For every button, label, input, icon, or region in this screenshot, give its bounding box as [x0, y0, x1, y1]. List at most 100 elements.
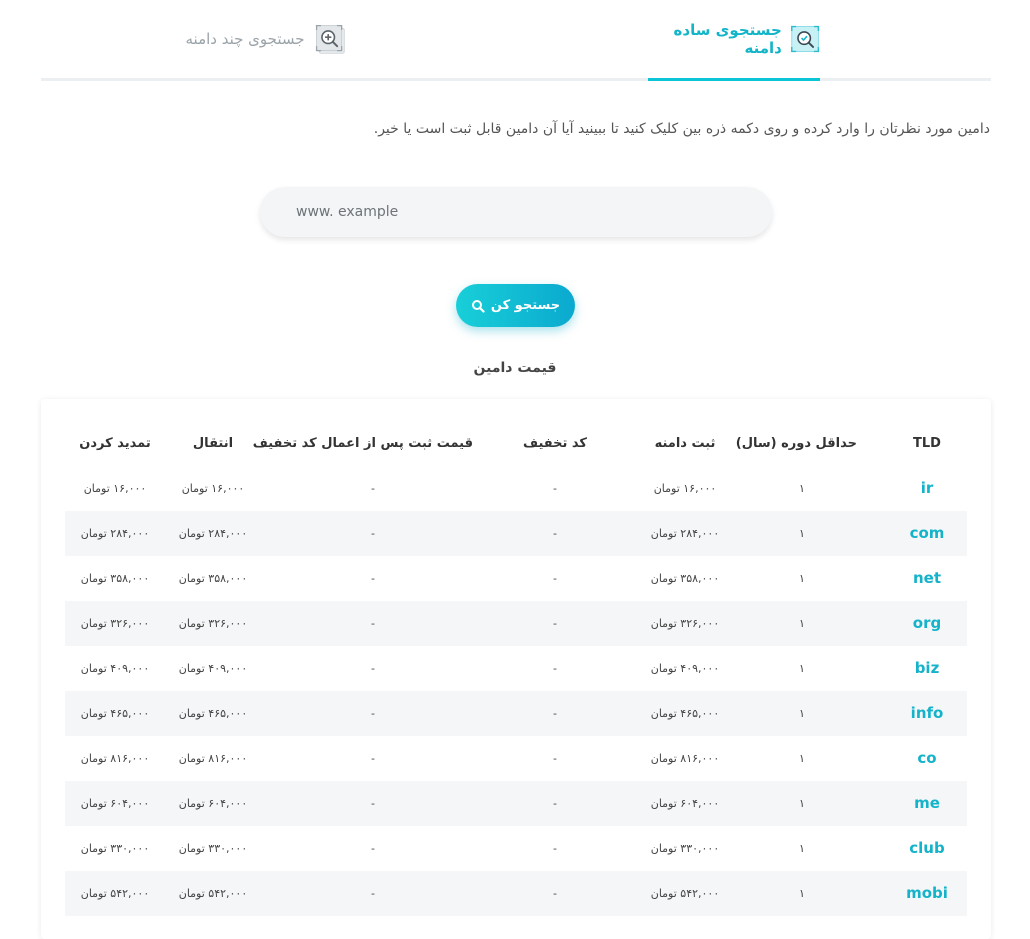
tld-cell: biz	[914, 659, 940, 677]
price-table: TLD حداقل دوره (سال) ثبت دامنه کد تخفیف …	[41, 399, 991, 939]
table-row: net ۱ ۳۵۸,۰۰۰ تومان - - ۳۵۸,۰۰۰ تومان ۳۵۸,۰۰۰ …	[65, 556, 967, 601]
transfer-price-cell: ۱۶,۰۰۰ تومان	[181, 482, 245, 495]
register-price-cell: ۳۲۶,۰۰۰ تومان	[650, 617, 720, 630]
min-period-cell: ۱	[799, 842, 805, 855]
transfer-price-cell: ۳۲۶,۰۰۰ تومان	[178, 617, 248, 630]
header-renew: تمدید کردن	[79, 436, 151, 451]
renew-price-cell: ۵۴۲,۰۰۰ تومان	[80, 887, 150, 900]
header-tld: TLD	[913, 436, 941, 451]
register-price-cell: ۸۱۶,۰۰۰ تومان	[650, 752, 720, 765]
after-discount-cell: -	[371, 572, 375, 585]
min-period-cell: ۱	[799, 797, 805, 810]
search-check-icon	[790, 25, 819, 53]
table-row: ir ۱ ۱۶,۰۰۰ تومان - - ۱۶,۰۰۰ تومان ۱۶,۰۰۰ توما…	[65, 466, 967, 511]
table-row: me ۱ ۶۰۴,۰۰۰ تومان - - ۶۰۴,۰۰۰ تومان ۶۰۴,۰۰۰ ت…	[65, 781, 967, 826]
transfer-price-cell: ۳۵۸,۰۰۰ تومان	[178, 572, 248, 585]
min-period-cell: ۱	[799, 482, 805, 495]
after-discount-cell: -	[371, 617, 375, 630]
min-period-cell: ۱	[799, 527, 805, 540]
transfer-price-cell: ۴۰۹,۰۰۰ تومان	[178, 662, 248, 675]
renew-price-cell: ۸۱۶,۰۰۰ تومان	[80, 752, 150, 765]
tld-cell: org	[912, 614, 942, 632]
domain-price-title: قیمت دامین	[473, 360, 557, 376]
discount-code-cell: -	[553, 482, 557, 495]
tld-cell: co	[917, 749, 937, 767]
tab-simple-label: جستجوی ساده دامنه	[673, 21, 782, 57]
table-row: club ۱ ۳۳۰,۰۰۰ تومان - - ۳۳۰,۰۰۰ تومان ۳۳۰,۰۰۰…	[65, 826, 967, 871]
discount-code-cell: -	[553, 707, 557, 720]
after-discount-cell: -	[371, 797, 375, 810]
header-discount-code: کد تخفیف	[523, 436, 587, 451]
tab-multi-label: جستجوی چند دامنه	[185, 30, 305, 48]
table-header: TLD حداقل دوره (سال) ثبت دامنه کد تخفیف …	[65, 421, 967, 466]
domain-search-tabs: جستجوی ساده دامنه جستجوی چند دامنه	[41, 0, 991, 81]
discount-code-cell: -	[553, 797, 557, 810]
tab-simple-search[interactable]: جستجوی ساده دامنه	[648, 0, 820, 81]
table-row: co ۱ ۸۱۶,۰۰۰ تومان - - ۸۱۶,۰۰۰ تومان ۸۱۶,۰۰۰ ت…	[65, 736, 967, 781]
discount-code-cell: -	[553, 527, 557, 540]
renew-price-cell: ۴۰۹,۰۰۰ تومان	[80, 662, 150, 675]
transfer-price-cell: ۶۰۴,۰۰۰ تومان	[178, 797, 248, 810]
tld-cell: club	[909, 839, 945, 857]
register-price-cell: ۵۴۲,۰۰۰ تومان	[650, 887, 720, 900]
table-row: mobi ۱ ۵۴۲,۰۰۰ تومان - - ۵۴۲,۰۰۰ تومان ۵۴۲,۰۰۰…	[65, 871, 967, 916]
min-period-cell: ۱	[799, 707, 805, 720]
domain-search-box	[260, 187, 772, 237]
tld-cell: net	[912, 569, 942, 587]
min-period-cell: ۱	[799, 752, 805, 765]
register-price-cell: ۳۳۰,۰۰۰ تومان	[650, 842, 720, 855]
discount-code-cell: -	[553, 752, 557, 765]
search-icon	[471, 299, 485, 313]
table-row: info ۱ ۴۶۵,۰۰۰ تومان - - ۴۶۵,۰۰۰ تومان ۴۶۵,۰۰۰…	[65, 691, 967, 736]
tab-multi-search[interactable]: جستجوی چند دامنه	[176, 0, 356, 78]
transfer-price-cell: ۳۳۰,۰۰۰ تومان	[178, 842, 248, 855]
register-price-cell: ۱۶,۰۰۰ تومان	[653, 482, 717, 495]
tld-cell: info	[910, 704, 944, 722]
domain-search-input[interactable]	[294, 203, 718, 221]
header-min-period: حداقل دوره (سال)	[735, 436, 857, 451]
register-price-cell: ۴۰۹,۰۰۰ تومان	[650, 662, 720, 675]
discount-code-cell: -	[553, 617, 557, 630]
min-period-cell: ۱	[799, 662, 805, 675]
renew-price-cell: ۴۶۵,۰۰۰ تومان	[80, 707, 150, 720]
after-discount-cell: -	[371, 707, 375, 720]
renew-price-cell: ۶۰۴,۰۰۰ تومان	[80, 797, 150, 810]
min-period-cell: ۱	[799, 572, 805, 585]
header-transfer: انتقال	[192, 436, 234, 451]
transfer-price-cell: ۲۸۴,۰۰۰ تومان	[178, 527, 248, 540]
renew-price-cell: ۳۵۸,۰۰۰ تومان	[80, 572, 150, 585]
tld-cell: com	[909, 524, 945, 542]
min-period-cell: ۱	[799, 887, 805, 900]
tld-cell: me	[914, 794, 940, 812]
tld-cell: mobi	[906, 884, 948, 902]
tld-cell: ir	[920, 479, 934, 497]
after-discount-cell: -	[371, 842, 375, 855]
after-discount-cell: -	[371, 527, 375, 540]
after-discount-cell: -	[371, 752, 375, 765]
register-price-cell: ۶۰۴,۰۰۰ تومان	[650, 797, 720, 810]
search-button[interactable]: جستجو کن	[456, 284, 575, 327]
table-row: com ۱ ۲۸۴,۰۰۰ تومان - - ۲۸۴,۰۰۰ تومان ۲۸۴,۰۰۰ …	[65, 511, 967, 556]
discount-code-cell: -	[553, 887, 557, 900]
after-discount-cell: -	[371, 662, 375, 675]
min-period-cell: ۱	[799, 617, 805, 630]
table-row: biz ۱ ۴۰۹,۰۰۰ تومان - - ۴۰۹,۰۰۰ تومان ۴۰۹,۰۰۰ …	[65, 646, 967, 691]
transfer-price-cell: ۴۶۵,۰۰۰ تومان	[178, 707, 248, 720]
intro-text: دامین مورد نظرتان را وارد کرده و روی دکم…	[373, 121, 990, 137]
search-plus-icon	[315, 24, 345, 54]
discount-code-cell: -	[553, 842, 557, 855]
register-price-cell: ۲۸۴,۰۰۰ تومان	[650, 527, 720, 540]
header-register: ثبت دامنه	[654, 436, 716, 451]
transfer-price-cell: ۵۴۲,۰۰۰ تومان	[178, 887, 248, 900]
after-discount-cell: -	[371, 482, 375, 495]
register-price-cell: ۳۵۸,۰۰۰ تومان	[650, 572, 720, 585]
discount-code-cell: -	[553, 662, 557, 675]
discount-code-cell: -	[553, 572, 557, 585]
renew-price-cell: ۳۳۰,۰۰۰ تومان	[80, 842, 150, 855]
renew-price-cell: ۱۶,۰۰۰ تومان	[83, 482, 147, 495]
register-price-cell: ۴۶۵,۰۰۰ تومان	[650, 707, 720, 720]
transfer-price-cell: ۸۱۶,۰۰۰ تومان	[178, 752, 248, 765]
table-row: org ۱ ۳۲۶,۰۰۰ تومان - - ۳۲۶,۰۰۰ تومان ۳۲۶,۰۰۰ …	[65, 601, 967, 646]
renew-price-cell: ۲۸۴,۰۰۰ تومان	[80, 527, 150, 540]
header-after-discount: قیمت ثبت پس از اعمال کد تخفیف	[252, 436, 473, 451]
